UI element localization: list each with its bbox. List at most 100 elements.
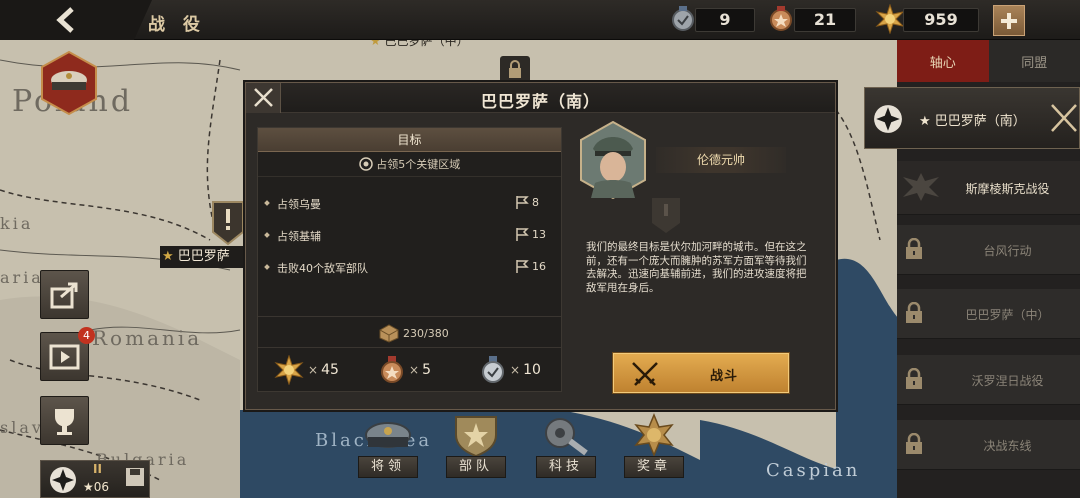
campaign-item-smolensk[interactable]: 斯摩棱斯克战役 — [897, 161, 1080, 215]
trophy-icon — [55, 409, 74, 435]
times-sign: × — [308, 363, 319, 377]
progress-text: 230/380 — [403, 327, 449, 340]
lock-icon — [906, 368, 922, 389]
nav-units[interactable]: 部队 — [446, 413, 506, 478]
campaign-item-selected[interactable]: ★ 巴巴罗萨（南） — [864, 87, 1080, 149]
campaign-item-eastern-front[interactable]: 决战东线 — [897, 420, 1080, 470]
objective-text: 占领乌曼 — [277, 198, 321, 211]
objective-row: 击败40个敌军部队 16 — [258, 256, 561, 278]
campaign-item-label: 决战东线 — [983, 438, 1032, 453]
campaign-item-label: 斯摩棱斯克战役 — [965, 181, 1050, 196]
bronze-medal-icon — [381, 356, 403, 383]
fight-button-label: 战斗 — [710, 369, 739, 384]
campaign-item-voronezh[interactable]: 沃罗涅日战役 — [897, 355, 1080, 405]
reward-amount: 10 — [523, 362, 541, 378]
objective-text: 击败40个敌军部队 — [277, 262, 368, 275]
dialog-header: 巴巴罗萨（南） — [246, 83, 835, 113]
objectives-subtitle-text: 占领5个关键区域 — [376, 158, 461, 171]
silver-medal-icon — [482, 356, 504, 383]
faction-tabs: 轴心 同盟 — [897, 40, 1080, 82]
campaign-item-label: 沃罗涅日战役 — [971, 373, 1044, 388]
flag-icon — [516, 260, 529, 273]
crossed-swords-icon — [1051, 104, 1077, 132]
gold-star-medal-icon — [875, 4, 905, 34]
silver-medal-count: 9 — [695, 8, 755, 32]
campaign-item-barbarossa-center[interactable]: 巴巴罗萨（中） — [897, 289, 1080, 339]
tab-allies[interactable]: 同盟 — [988, 40, 1080, 82]
nav-units-label: 部队 — [446, 456, 506, 478]
fight-button[interactable]: 战斗 — [613, 353, 789, 393]
chevron-left-icon — [56, 7, 74, 33]
page-title: 战 役 — [148, 15, 206, 35]
objectives-header: 目标 — [258, 128, 561, 152]
objective-text: 占领基辅 — [277, 230, 321, 243]
target-icon — [359, 157, 373, 171]
map-label-fragment-aria: aria — [0, 268, 44, 287]
bullet-icon — [264, 232, 270, 238]
unit-shield-icon — [455, 416, 497, 457]
times-sign: × — [510, 363, 521, 377]
nav-generals[interactable]: 将领 — [358, 413, 418, 478]
bronze-medal-icon — [770, 6, 792, 31]
add-currency-button[interactable] — [993, 5, 1025, 36]
campaign-item-label: 台风行动 — [983, 243, 1032, 258]
share-icon — [50, 282, 78, 309]
flag-icon — [516, 228, 529, 241]
map-label-caspian: Caspian — [766, 460, 861, 481]
objective-count: 16 — [532, 260, 546, 273]
campaign-item-label: 巴巴罗萨（中） — [965, 307, 1050, 322]
campaign-item-label: ★ 巴巴罗萨（南） — [919, 114, 1026, 129]
reward-item: × 10 — [480, 349, 541, 391]
map-label-fragment-slav: slav — [0, 418, 44, 437]
back-button[interactable] — [0, 0, 152, 40]
nav-medals[interactable]: 奖章 — [624, 413, 684, 478]
map-pin-watermark-icon — [652, 198, 680, 233]
save-icon[interactable] — [125, 467, 145, 487]
gold-medal-count: 959 — [903, 8, 979, 32]
commander-portrait — [580, 121, 646, 199]
nav-tech[interactable]: 科技 — [536, 413, 596, 478]
times-sign: × — [409, 363, 420, 377]
reward-amount: 45 — [321, 362, 339, 378]
iron-cross-icon — [874, 105, 902, 133]
player-card[interactable]: II ★06 — [40, 460, 150, 498]
lock-icon — [906, 302, 922, 323]
commander-name: 伦德元帅 — [656, 147, 786, 173]
general-cap-icon — [365, 422, 411, 448]
mission-briefing: 我们的最终目标是伏尔加河畔的城市。但在这之前，还有一个庞大而臃肿的苏军方面军等待… — [586, 241, 807, 294]
general-cap-badge-icon — [41, 50, 97, 116]
flag-icon — [516, 196, 529, 209]
star-icon: ★ — [162, 249, 174, 264]
top-bar: 战 役 9 21 959 — [0, 0, 1080, 40]
objective-count: 8 — [532, 196, 539, 209]
reward-row: × 45 × 5 × 10 — [258, 349, 561, 391]
dialog-title: 巴巴罗萨（南） — [480, 92, 600, 111]
map-marker-barbarossa-south[interactable]: ★ 巴巴罗萨 — [160, 246, 246, 268]
gold-star-medal-icon — [274, 355, 304, 385]
general-portrait-badge[interactable] — [38, 50, 100, 116]
bronze-medal-count: 21 — [794, 8, 856, 32]
reward-amount: 5 — [422, 362, 431, 378]
objective-row: 占领乌曼 8 — [258, 192, 561, 214]
player-rank: II — [93, 462, 102, 476]
gear-wrench-icon — [545, 418, 588, 456]
objectives-panel: 目标 占领5个关键区域 占领乌曼 8 占领基辅 13 击败40个敌军部队 16 … — [257, 127, 562, 392]
medal-icon — [634, 413, 674, 457]
bullet-icon — [264, 264, 270, 270]
trophy-button[interactable] — [40, 396, 89, 445]
reward-item: × 5 — [379, 349, 431, 391]
nav-tech-label: 科技 — [536, 456, 596, 478]
crossed-swords-icon — [632, 362, 658, 386]
bullet-icon — [264, 200, 270, 206]
map-marker-label: 巴巴罗萨 — [177, 249, 230, 264]
iron-cross-icon — [50, 467, 76, 493]
objective-count: 13 — [532, 228, 546, 241]
objective-row: 占领基辅 13 — [258, 224, 561, 246]
notification-badge: 4 — [78, 327, 95, 344]
share-button[interactable] — [40, 270, 89, 319]
map-exclaim-marker[interactable] — [211, 200, 245, 246]
lock-icon — [906, 238, 922, 259]
campaign-dialog: 巴巴罗萨（南） 目标 占领5个关键区域 占领乌曼 8 占领基辅 13 击败40个… — [245, 82, 836, 410]
tab-axis[interactable]: 轴心 — [897, 40, 989, 82]
campaign-item-typhoon[interactable]: 台风行动 — [897, 225, 1080, 275]
